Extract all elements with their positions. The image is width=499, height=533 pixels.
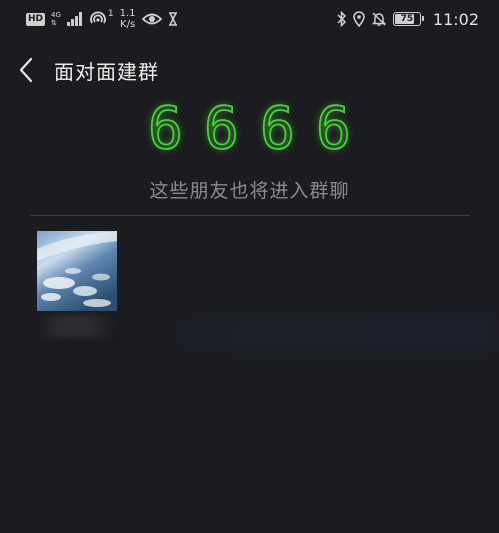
signal-icon [66, 12, 82, 26]
join-hint: 这些朋友也将进入群聊 [149, 180, 350, 202]
code-digit: 6 [259, 94, 296, 162]
code-digit: 6 [147, 94, 184, 162]
group-code: 6 6 6 6 [0, 94, 499, 162]
hourglass-icon [168, 12, 178, 26]
speed-value: 1.1 [119, 8, 136, 19]
sky-clouds-photo [37, 231, 117, 311]
page-title: 面对面建群 [54, 59, 159, 84]
data-arrows-icon: ⇅ [51, 19, 57, 27]
bluetooth-icon [337, 11, 347, 27]
code-digit: 6 [203, 94, 240, 162]
title-bar: 面对面建群 [0, 50, 499, 90]
chevron-left-icon [19, 57, 33, 83]
hd-icon: HD [26, 12, 46, 26]
speed-unit: K/s [120, 19, 136, 30]
location-icon [353, 11, 365, 27]
network-speed: 1.1 K/s [120, 8, 136, 30]
status-bar: HD 4G ⇅ 1 1.1 K/s 75 11:02 [0, 0, 499, 38]
network-type: 4G ⇅ [51, 11, 61, 27]
battery-level: 75 [400, 14, 414, 24]
avatar [37, 231, 117, 311]
divider [30, 215, 470, 216]
member-name-redacted [37, 315, 117, 337]
hotspot-count: 1 [107, 9, 114, 19]
status-time: 11:02 [432, 9, 479, 29]
eye-icon [141, 12, 162, 26]
status-bar-right: 75 11:02 [337, 10, 479, 29]
blurred-region [120, 312, 499, 356]
face-to-face-group-screen: HD 4G ⇅ 1 1.1 K/s 75 11:02 面对面建群 6 6 6 6… [0, 0, 499, 533]
network-label: 4G [51, 11, 61, 19]
hotspot-icon [88, 11, 108, 27]
back-button[interactable] [4, 50, 48, 90]
code-digit: 6 [315, 94, 352, 162]
bell-off-icon [371, 11, 387, 27]
status-bar-left: HD 4G ⇅ 1 1.1 K/s [26, 8, 178, 30]
member-item[interactable] [37, 231, 117, 337]
battery-icon: 75 [392, 12, 424, 26]
